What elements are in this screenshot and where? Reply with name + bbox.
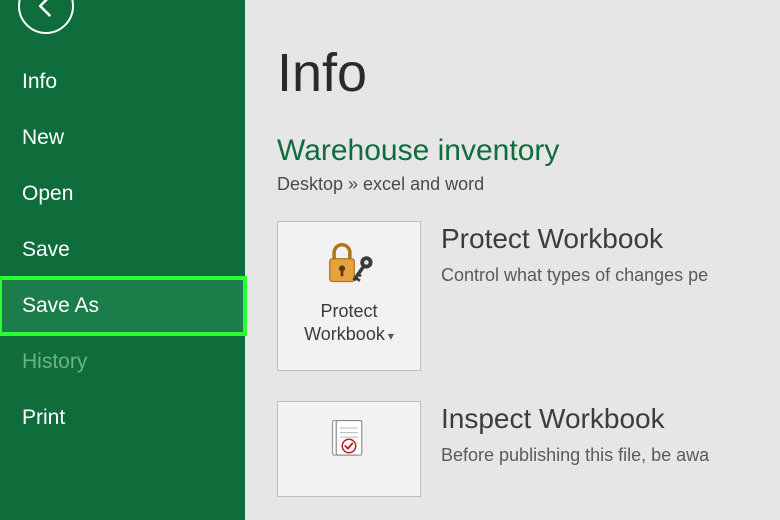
sidebar-item-save[interactable]: Save bbox=[0, 222, 245, 278]
inspect-body: Inspect Workbook Before publishing this … bbox=[441, 401, 780, 468]
sidebar-item-new[interactable]: New bbox=[0, 110, 245, 166]
protect-section: Protect Workbook▾ Protect Workbook Contr… bbox=[277, 221, 780, 371]
back-button[interactable] bbox=[18, 0, 74, 34]
sidebar-item-info[interactable]: Info bbox=[0, 54, 245, 110]
lock-key-icon bbox=[321, 236, 377, 292]
protect-workbook-button[interactable]: Protect Workbook▾ bbox=[277, 221, 421, 371]
inspect-section: Inspect Workbook Before publishing this … bbox=[277, 401, 780, 497]
backstage-view: Info New Open Save Save As History Print… bbox=[0, 0, 780, 520]
sidebar-item-open[interactable]: Open bbox=[0, 166, 245, 222]
protect-title: Protect Workbook bbox=[441, 223, 780, 255]
document-check-icon bbox=[321, 412, 377, 468]
protect-tile-label: Protect Workbook▾ bbox=[284, 300, 414, 345]
protect-desc: Control what types of changes pe bbox=[441, 263, 780, 288]
sidebar-item-history[interactable]: History bbox=[0, 334, 245, 390]
info-pane: Info Warehouse inventory Desktop » excel… bbox=[245, 0, 780, 520]
document-title: Warehouse inventory bbox=[277, 134, 780, 168]
arrow-left-icon bbox=[32, 0, 60, 20]
backstage-sidebar: Info New Open Save Save As History Print bbox=[0, 0, 245, 520]
inspect-desc: Before publishing this file, be awa bbox=[441, 443, 780, 468]
page-title: Info bbox=[277, 42, 780, 104]
protect-body: Protect Workbook Control what types of c… bbox=[441, 221, 780, 288]
sidebar-item-print[interactable]: Print bbox=[0, 390, 245, 446]
inspect-workbook-button[interactable] bbox=[277, 401, 421, 497]
inspect-title: Inspect Workbook bbox=[441, 403, 780, 435]
breadcrumb: Desktop » excel and word bbox=[277, 174, 780, 195]
sidebar-menu: Info New Open Save Save As History Print bbox=[0, 54, 245, 446]
dropdown-caret-icon: ▾ bbox=[388, 329, 394, 343]
sidebar-item-save-as[interactable]: Save As bbox=[0, 278, 245, 334]
